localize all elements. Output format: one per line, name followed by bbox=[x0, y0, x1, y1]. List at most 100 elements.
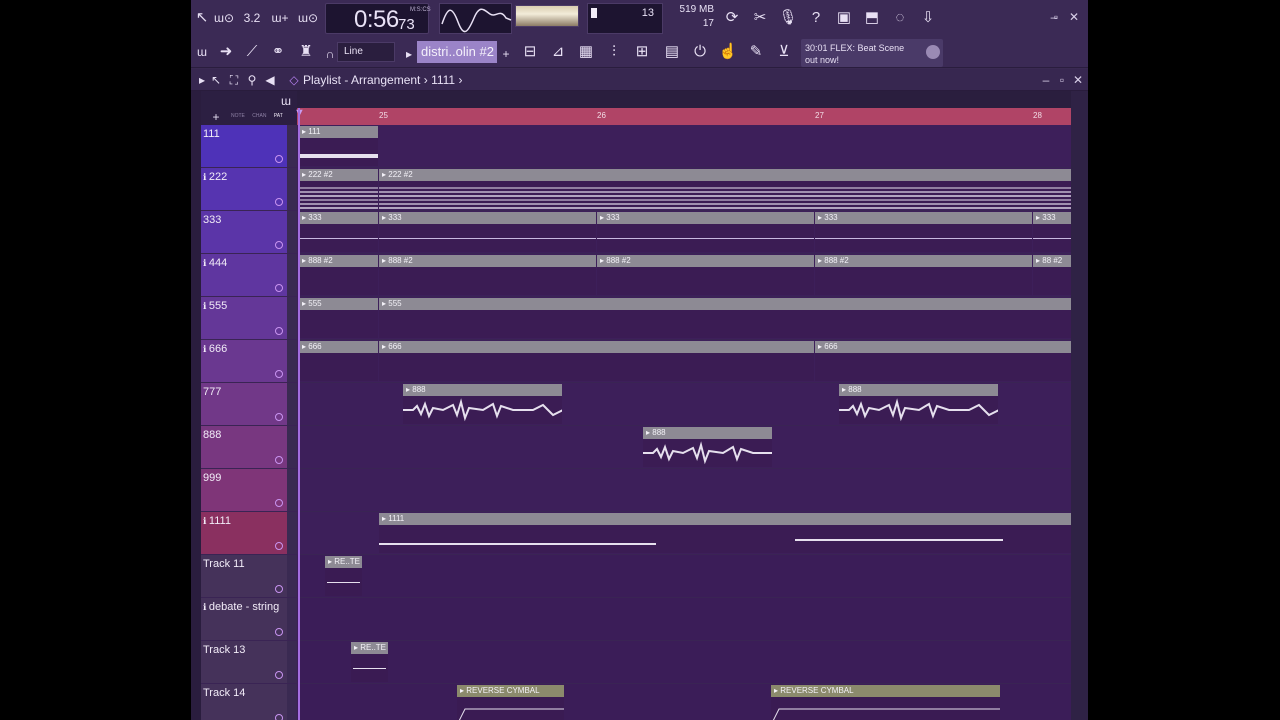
pattern-clip[interactable]: ▸ 555 bbox=[379, 298, 1072, 338]
track-enable-icon[interactable] bbox=[275, 585, 283, 593]
news-panel[interactable]: 30:01 FLEX: Beat Scene out now! bbox=[801, 39, 943, 67]
stamp-icon[interactable]: ♜ bbox=[295, 42, 317, 62]
track-enable-icon[interactable] bbox=[275, 714, 283, 720]
track-header[interactable]: ℹ 444 bbox=[201, 254, 287, 296]
restore-icon[interactable]: ▫ bbox=[1049, 10, 1063, 24]
track-lane[interactable]: ▸ 888 bbox=[297, 426, 1071, 468]
chan-filter[interactable]: CHAN bbox=[252, 113, 266, 119]
track-header[interactable]: 111 bbox=[201, 125, 287, 167]
help-icon[interactable]: ? bbox=[805, 8, 827, 28]
pattern-clip[interactable]: ▸ 666 bbox=[379, 341, 814, 381]
playlist-close-icon[interactable]: ✕ bbox=[1071, 73, 1085, 87]
file-icon[interactable]: ▤ bbox=[661, 42, 683, 62]
playlist-restore-icon[interactable]: ▫ bbox=[1055, 73, 1069, 87]
metronome-icon[interactable]: ɯ⊙ bbox=[297, 8, 319, 28]
timeline-ruler[interactable]: 25 26 27 28 ▼ bbox=[294, 107, 1071, 125]
track-lane[interactable]: ▸ RE..TE bbox=[297, 641, 1071, 683]
track-header[interactable]: ℹ 666 bbox=[201, 340, 287, 382]
playhead[interactable] bbox=[298, 108, 300, 720]
track-lane[interactable]: ▸ 888 ▸ 888 bbox=[297, 383, 1071, 425]
track-header[interactable]: ℹ 555 bbox=[201, 297, 287, 339]
playlist-minimize-icon[interactable]: – bbox=[1039, 73, 1053, 87]
pattern-clip[interactable]: ▸ 666 bbox=[299, 341, 378, 381]
track-enable-icon[interactable] bbox=[275, 671, 283, 679]
pattern-clip[interactable]: ▸ 1111 bbox=[379, 513, 1072, 553]
track-enable-icon[interactable] bbox=[275, 413, 283, 421]
download-icon[interactable]: ⇩ bbox=[917, 8, 939, 28]
pattern-clip[interactable]: ▸ 888 bbox=[839, 384, 1000, 424]
track-enable-icon[interactable] bbox=[275, 370, 283, 378]
track-header[interactable]: Track 14 bbox=[201, 684, 287, 720]
track-enable-icon[interactable] bbox=[275, 155, 283, 163]
track-enable-icon[interactable] bbox=[275, 542, 283, 550]
pattern-clip[interactable]: ▸ REVERSE CYMBAL bbox=[771, 685, 1071, 720]
pattern-selector[interactable]: distri..olin #2 bbox=[417, 41, 497, 63]
plugin-icon[interactable]: ⏻ bbox=[689, 42, 711, 62]
track-enable-icon[interactable] bbox=[275, 284, 283, 292]
note-filter[interactable]: NOTE bbox=[231, 113, 245, 119]
pattern-clip[interactable]: ▸ 888 bbox=[643, 427, 804, 467]
pattern-clip[interactable]: ▸ 888 #2 bbox=[299, 255, 378, 295]
pattern-clip[interactable]: ▸ 666 bbox=[815, 341, 1072, 381]
undo-icon[interactable]: ↖ bbox=[191, 8, 213, 28]
track-lane[interactable]: ▸ 888 #2 ▸ 888 #2 ▸ 888 #2 ▸ 888 #2 ▸ 88 #2 bbox=[297, 254, 1072, 296]
track-lane[interactable]: ▸ 666 ▸ 666 ▸ 666 bbox=[297, 340, 1072, 382]
pattern-clip[interactable]: ▸ 333 bbox=[1033, 212, 1072, 252]
track-header[interactable]: 777 bbox=[201, 383, 287, 425]
pattern-clip[interactable]: ▸ 222 #2 bbox=[379, 169, 1072, 209]
track-header[interactable]: 888 bbox=[201, 426, 287, 468]
piano-icon[interactable]: ɯ bbox=[191, 42, 213, 62]
pattern-clip[interactable]: ▸ 333 bbox=[815, 212, 1032, 252]
mixer-icon[interactable]: ⫶ bbox=[603, 42, 625, 62]
track-lane[interactable]: ▸ RE..TE bbox=[297, 555, 1071, 597]
track-header[interactable]: ℹ 1111 bbox=[201, 512, 287, 554]
add-track-icon[interactable]: + bbox=[205, 107, 227, 127]
tempo-icon[interactable]: 3.2 bbox=[241, 8, 263, 28]
track-header[interactable]: Track 13 bbox=[201, 641, 287, 683]
pattern-clip[interactable]: ▸ 888 bbox=[403, 384, 564, 424]
pattern-clip[interactable]: ▸ 222 #2 bbox=[299, 169, 378, 209]
pat-filter[interactable]: PAT bbox=[274, 113, 283, 119]
chat-icon[interactable]: ◌ bbox=[889, 8, 911, 28]
render-icon[interactable]: ⬒ bbox=[861, 8, 883, 28]
track-header[interactable]: ℹ 222 bbox=[201, 168, 287, 210]
pattern-clip[interactable]: ▸ RE..TE bbox=[325, 556, 362, 596]
cut-icon[interactable]: ✂ bbox=[749, 8, 771, 28]
track-lane[interactable]: ▸ 1111 bbox=[297, 512, 1072, 554]
pattern-clip[interactable]: ▸ 333 bbox=[299, 212, 378, 252]
track-enable-icon[interactable] bbox=[275, 198, 283, 206]
track-enable-icon[interactable] bbox=[275, 628, 283, 636]
track-lane[interactable]: ▸ 555 ▸ 555 bbox=[297, 297, 1072, 339]
master-volume-meter[interactable] bbox=[515, 5, 579, 27]
close-icon[interactable]: ✕ bbox=[1067, 10, 1081, 24]
playlist-overview-scrollbar[interactable] bbox=[297, 91, 1071, 108]
snap-mode-select[interactable]: Line bbox=[337, 42, 395, 62]
touch-icon[interactable]: ☝ bbox=[717, 42, 739, 62]
time-display[interactable]: 0:56 73 M:S:CS bbox=[325, 3, 431, 34]
track-header[interactable]: ℹ debate - string bbox=[201, 598, 287, 640]
vertical-scrollbar[interactable] bbox=[1071, 91, 1088, 720]
track-header[interactable]: 999 bbox=[201, 469, 287, 511]
track-lane[interactable] bbox=[297, 598, 1071, 640]
track-lane[interactable] bbox=[297, 469, 1071, 511]
track-enable-icon[interactable] bbox=[275, 241, 283, 249]
globe-icon[interactable] bbox=[926, 45, 940, 59]
mixer-grid-icon[interactable]: ▦ bbox=[575, 42, 597, 62]
piano-add-icon[interactable]: ɯ+ bbox=[269, 8, 291, 28]
track-enable-icon[interactable] bbox=[275, 456, 283, 464]
pattern-clip[interactable]: ▸ 333 bbox=[597, 212, 814, 252]
add-pattern-icon[interactable]: + bbox=[495, 44, 517, 64]
mic-icon[interactable]: 🎙 bbox=[777, 8, 799, 28]
pattern-clip[interactable]: ▸ 888 #2 bbox=[597, 255, 814, 295]
refresh-icon[interactable]: ⟳ bbox=[721, 8, 743, 28]
track-header[interactable]: 333 bbox=[201, 211, 287, 253]
wrench-icon[interactable]: ✎ bbox=[745, 42, 767, 62]
speaker-icon[interactable]: ◀ bbox=[259, 70, 281, 90]
arrangement-name[interactable]: 1111 bbox=[431, 73, 455, 87]
track-lane[interactable]: ▸ REVERSE CYMBAL ▸ REVERSE CYMBAL bbox=[297, 684, 1071, 720]
arrow-right-icon[interactable]: ➜ bbox=[215, 42, 237, 62]
link-icon[interactable]: ⚭ bbox=[267, 42, 289, 62]
pattern-clip[interactable]: ▸ 888 #2 bbox=[815, 255, 1032, 295]
pattern-clip[interactable]: ▸ 111 bbox=[299, 126, 378, 166]
pattern-song-icon[interactable]: ɯ⊙ bbox=[213, 8, 235, 28]
